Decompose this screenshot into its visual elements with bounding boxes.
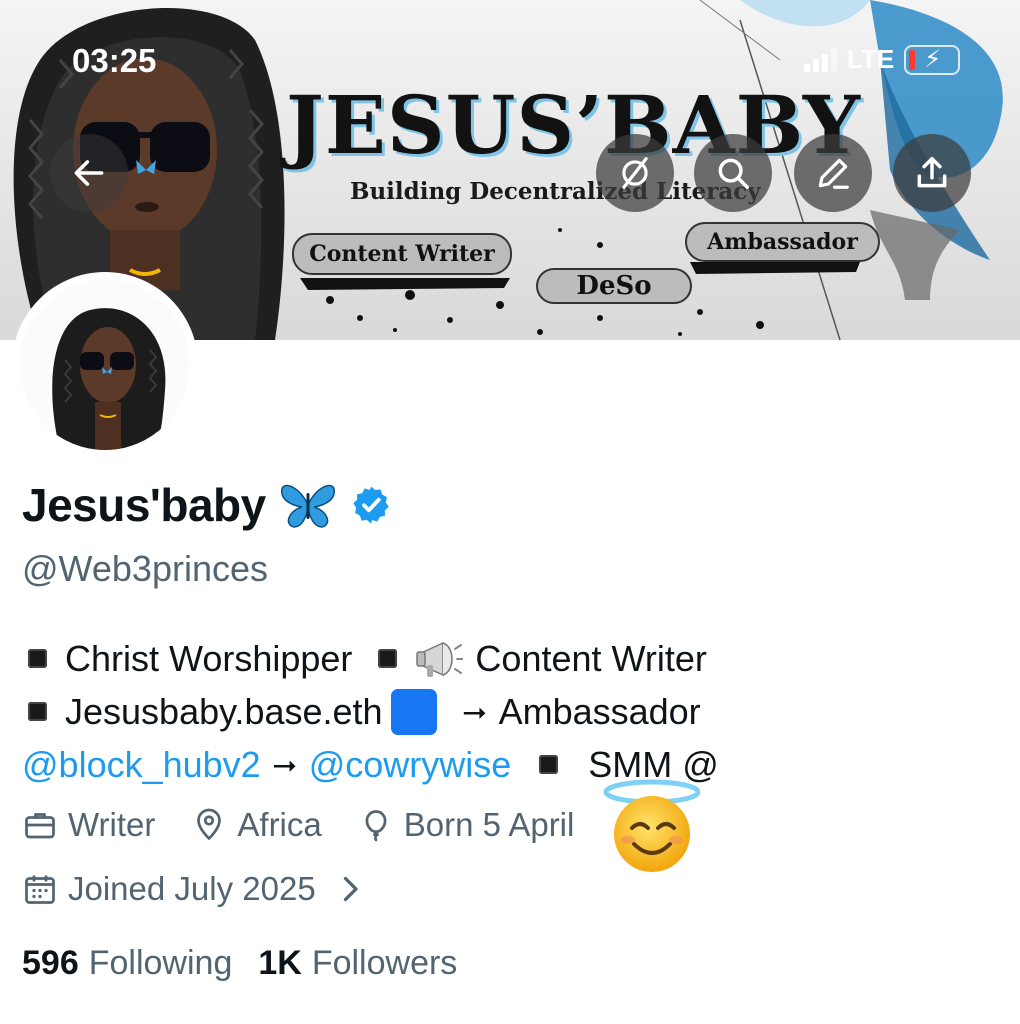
back-button[interactable] bbox=[50, 134, 128, 212]
search-icon bbox=[718, 158, 749, 189]
share-icon bbox=[917, 157, 947, 188]
smiling-face-with-halo-emoji-icon bbox=[603, 779, 700, 872]
banner-title: JESUS’BABY bbox=[286, 78, 861, 172]
search-button[interactable] bbox=[694, 134, 772, 212]
arrow-icon: ⭢ bbox=[272, 748, 297, 781]
signal-icon bbox=[804, 47, 837, 72]
profile-meta-row: Writer Africa Born 5 April bbox=[22, 806, 610, 844]
arrow-icon: ⭢ bbox=[462, 695, 487, 728]
meta-joined[interactable]: Joined July 2025 bbox=[22, 870, 368, 908]
followers-count: 1K bbox=[258, 944, 302, 982]
share-button[interactable] bbox=[893, 134, 971, 212]
meta-birthday-text: Born 5 April bbox=[403, 806, 575, 843]
battery-icon: ⚡ bbox=[904, 44, 961, 75]
display-name: Jesus'baby bbox=[22, 479, 266, 531]
meta-location-text: Africa bbox=[237, 806, 322, 843]
calendar-icon bbox=[25, 875, 55, 904]
status-time: 03:25 bbox=[72, 42, 157, 79]
banner-tag-deso: DeSo bbox=[536, 268, 692, 304]
blue-square-emoji-icon bbox=[390, 688, 437, 735]
banner-tag-ambassador: Ambassador bbox=[685, 222, 880, 262]
meta-profession: Writer bbox=[22, 806, 155, 844]
banner-tag-content-writer: Content Writer bbox=[292, 233, 512, 275]
black-square-icon bbox=[378, 649, 398, 668]
network-label: LTE bbox=[847, 44, 895, 74]
meta-joined-text: Joined July 2025 bbox=[68, 870, 316, 907]
meta-profession-text: Writer bbox=[68, 806, 156, 843]
following-label: Following bbox=[88, 944, 233, 982]
profile-avatar[interactable] bbox=[12, 272, 198, 458]
profile-stats: 596 Following 1K Followers bbox=[22, 944, 483, 983]
briefcase-icon bbox=[25, 813, 55, 839]
following-count: 596 bbox=[22, 944, 79, 982]
back-icon bbox=[74, 160, 104, 186]
status-indicators: LTE ⚡ bbox=[804, 44, 961, 75]
edit-button[interactable] bbox=[794, 134, 872, 212]
grok-icon bbox=[622, 157, 648, 189]
bio-text-ambassador: Ambassador bbox=[498, 691, 701, 732]
balloon-icon bbox=[365, 810, 387, 842]
bio-line-2: Jesusbaby.base.eth ⭢ Ambassador bbox=[22, 685, 982, 738]
bio-text-ens-name: Jesusbaby.base.eth bbox=[65, 691, 383, 732]
followers-label: Followers bbox=[311, 944, 458, 982]
bio-text-content-writer: Content Writer bbox=[475, 638, 707, 679]
avatar-image bbox=[20, 280, 190, 450]
display-name-row: Jesus'baby bbox=[22, 478, 392, 532]
following-link[interactable]: 596 Following bbox=[22, 944, 232, 983]
location-pin-icon bbox=[197, 808, 222, 840]
meta-birthday: Born 5 April bbox=[358, 806, 575, 844]
black-square-icon bbox=[539, 755, 559, 774]
butterfly-emoji-icon bbox=[280, 484, 335, 528]
followers-link[interactable]: 1K Followers bbox=[258, 944, 457, 983]
edit-icon bbox=[818, 158, 849, 189]
grok-button[interactable] bbox=[596, 134, 674, 212]
profile-bio: Christ Worshipper Content Writer Jesusba… bbox=[22, 632, 982, 791]
megaphone-emoji-icon bbox=[416, 641, 464, 677]
meta-location: Africa bbox=[191, 806, 322, 844]
profile-handle: @Web3princes bbox=[22, 548, 268, 589]
bio-text-christ-worshipper: Christ Worshipper bbox=[65, 638, 353, 679]
bio-line-3: @block_hubv2 ⭢ @cowrywise SMM @ bbox=[22, 738, 982, 791]
verified-badge-icon[interactable] bbox=[350, 484, 392, 526]
mention-block-hubv2-link[interactable]: @block_hubv2 bbox=[22, 738, 261, 791]
chevron-right-icon bbox=[343, 876, 358, 902]
black-square-icon bbox=[28, 702, 47, 721]
bio-line-1: Christ Worshipper Content Writer bbox=[22, 632, 982, 685]
mention-cowrywise-link[interactable]: @cowrywise bbox=[309, 738, 512, 791]
black-square-icon bbox=[28, 649, 47, 668]
